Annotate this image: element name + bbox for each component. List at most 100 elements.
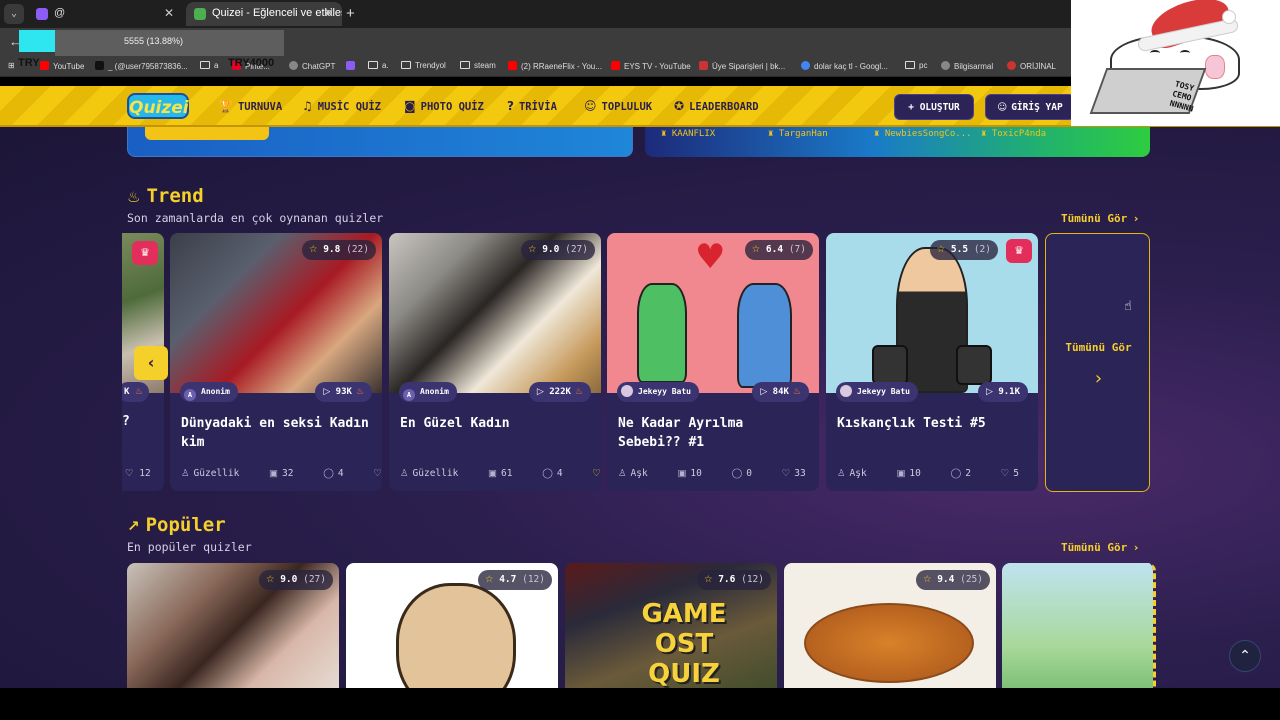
avatar: A [403, 389, 415, 401]
bookmark-rraeneflix[interactable]: (2) RRaeneFlix - You... [508, 61, 602, 71]
bookmark-orijinal[interactable]: ORİJİNAL [1007, 61, 1056, 71]
create-button[interactable]: + OLUŞTUR [894, 94, 974, 120]
cat-eye [1150, 50, 1160, 56]
fire-icon: ♨ [792, 387, 801, 397]
avatar [621, 385, 633, 397]
quiz-card-title: En Güzel Kadın [400, 416, 510, 431]
folder-icon [401, 61, 411, 69]
category-icon: ♙ [837, 468, 846, 479]
user-icon: ☺ [997, 102, 1008, 113]
nav-topluluk[interactable]: ☺ TOPLULUK [584, 99, 652, 113]
bookmark-folder-steam[interactable]: steam [460, 61, 496, 70]
popular-quiz-card[interactable]: GAME OST QUIZ ☆ 7.6 (12) [565, 563, 777, 688]
star-icon: ☆ [308, 244, 318, 255]
quiz-card[interactable]: ♥ ☆ 6.4 (7) Jekeyy Batu ▷ 84K ♨ Ne Kadar … [607, 233, 819, 491]
quiz-card-meta: ♙ Aşk ▣ 10 ◯ 0 ♡ 33 [618, 468, 813, 479]
quiz-card-title: ? [122, 414, 130, 429]
leaderboard-user[interactable]: ♜ NewbiesSongCo... [874, 129, 972, 139]
login-button[interactable]: ☺ GİRİŞ YAP [985, 94, 1075, 120]
popular-subtitle: En popüler quizler [127, 540, 252, 554]
popular-quiz-card[interactable]: ☆ 9.0 (27) [127, 563, 339, 688]
heart-icon: ♡ [592, 468, 601, 479]
tab-title: Quizei - Eğlenceli ve etkileşimli [212, 7, 342, 19]
quiz-card[interactable]: ♛ ☆ 5.5 (2) Jekeyy Batu ▷ 9.1K Kıskançlı… [826, 233, 1038, 491]
plus-icon[interactable]: + [346, 5, 355, 22]
try-label: TRY [18, 57, 40, 69]
trend-title: ♨ Trend [127, 185, 204, 207]
bookmark-icon-only[interactable] [346, 61, 359, 71]
bookmark-eystv[interactable]: EYS TV - YouTube [611, 61, 691, 71]
plays-badge: ▷ 222K ♨ [528, 382, 591, 402]
tab-search-button[interactable]: ⌄ [4, 4, 24, 24]
tab-favicon [36, 8, 48, 20]
questions-count: ▣ 10 [896, 468, 921, 479]
bookmark-chatgpt[interactable]: ChatGPT [289, 61, 335, 71]
nav-photo-quiz[interactable]: ◙ PHOTO QUİZ [404, 99, 484, 113]
bookmark-tiktok[interactable]: _ (@user795873836... [95, 61, 188, 71]
scroll-to-top-button[interactable]: ⌃ [1229, 640, 1261, 672]
illustration-bag-right [956, 345, 992, 385]
bookmark-icon [346, 61, 355, 70]
main-content: ♜ KAANFLIX ♜ TarganHan ♜ NewbiesSongCo..… [0, 127, 1280, 688]
bookmark-google[interactable]: dolar kaç tl - Googl... [801, 61, 888, 71]
likes-count: ♡ 12 [125, 468, 151, 479]
category-icon: ♙ [181, 468, 190, 479]
bookmark-icon [1007, 61, 1016, 70]
nav-music-quiz[interactable]: ♫ MUSİC QUİZ [302, 99, 381, 113]
popular-see-all-link[interactable]: Tümünü Gör › [1061, 541, 1138, 554]
bookmark-folder-a2[interactable]: a. [368, 61, 389, 70]
tiktok-icon [95, 61, 104, 70]
popular-quiz-card[interactable]: ☆ 9.4 (25) [784, 563, 996, 688]
hero-button[interactable] [145, 127, 269, 140]
users-icon: ☺ [584, 99, 597, 113]
see-all-card[interactable]: Tümünü Gör › [1045, 233, 1150, 492]
youtube-icon [508, 61, 517, 70]
hero-banner [127, 127, 633, 157]
youtube-icon [611, 61, 620, 70]
bookmark-folder-pc[interactable]: pc [905, 61, 927, 70]
play-icon: ▷ [323, 387, 331, 397]
star-icon: ☆ [936, 244, 946, 255]
leaderboard-user[interactable]: ♜ KAANFLIX [661, 129, 715, 139]
nav-turnuva[interactable]: 🏆 TURNUVA [218, 99, 282, 113]
close-icon[interactable]: ✕ [324, 6, 334, 20]
bookmark-folder-trendyol[interactable]: Trendyol [401, 61, 446, 70]
site-logo[interactable]: Quizei [127, 93, 189, 119]
category-label: ♙ Aşk [837, 468, 867, 479]
plays-badge: ▷ 9.1K [977, 382, 1028, 402]
quiz-card[interactable]: ☆ 9.0 (27) A Anonim ▷ 222K ♨ En Güzel Kadı… [389, 233, 601, 491]
nav-leaderboard[interactable]: ✪ LEADERBOARD [674, 99, 759, 113]
rating-badge: ☆ 5.5 (2) [929, 240, 998, 260]
leaderboard-user[interactable]: ♜ ToxicP4nda [981, 129, 1046, 139]
author-badge[interactable]: A Anonim [399, 382, 457, 402]
bookmark-folder-a[interactable]: a [200, 61, 218, 70]
bookmark-youtube[interactable]: YouTube [40, 61, 84, 71]
popular-quiz-card[interactable] [1002, 563, 1156, 688]
nav-trivia[interactable]: ? TRİVİA [507, 99, 557, 113]
author-badge[interactable]: Jekeyy Batu [617, 382, 699, 402]
carousel-prev-button[interactable]: ‹ [134, 346, 168, 380]
comments-count: ◯ 2 [950, 468, 971, 479]
bookmark-bilgisarmal[interactable]: Bilgisarmal [941, 61, 993, 71]
food-illustration [804, 603, 974, 683]
bookmark-uye[interactable]: Üye Siparişleri | bk... [699, 61, 785, 71]
fire-icon: ♨ [574, 387, 583, 397]
layers-icon: ▣ [896, 468, 906, 479]
rating-badge: ☆ 4.7 (12) [477, 570, 552, 590]
quiz-card-title: Kıskançlık Testi #5 [837, 416, 986, 431]
heart-icon: ♡ [1000, 468, 1010, 479]
layers-icon: ▣ [488, 468, 498, 479]
trophy-icon: 🏆 [218, 99, 233, 113]
apps-icon[interactable]: ⊞ [8, 61, 15, 70]
author-badge[interactable]: Jekeyy Batu [836, 382, 918, 402]
chevron-right-icon: › [1094, 368, 1103, 389]
browser-tab-active[interactable]: Quizei - Eğlenceli ve etkileşimli ✕ [186, 2, 342, 26]
leaderboard-user[interactable]: ♜ TarganHan [768, 129, 828, 139]
heart-icon: ♡ [125, 468, 134, 479]
trend-see-all-link[interactable]: Tümünü Gör › [1061, 212, 1138, 225]
tab-favicon [194, 8, 206, 20]
quiz-card[interactable]: ☆ 9.8 (22) A Anonim ▷ 93K ♨ Dünyadaki en s… [170, 233, 382, 491]
quiz-card-meta: ♙ Aşk ▣ 10 ◯ 2 ♡ 5 [837, 468, 1032, 479]
author-badge[interactable]: A Anonim [180, 382, 238, 402]
popular-quiz-card[interactable]: ☆ 4.7 (12) [346, 563, 558, 688]
